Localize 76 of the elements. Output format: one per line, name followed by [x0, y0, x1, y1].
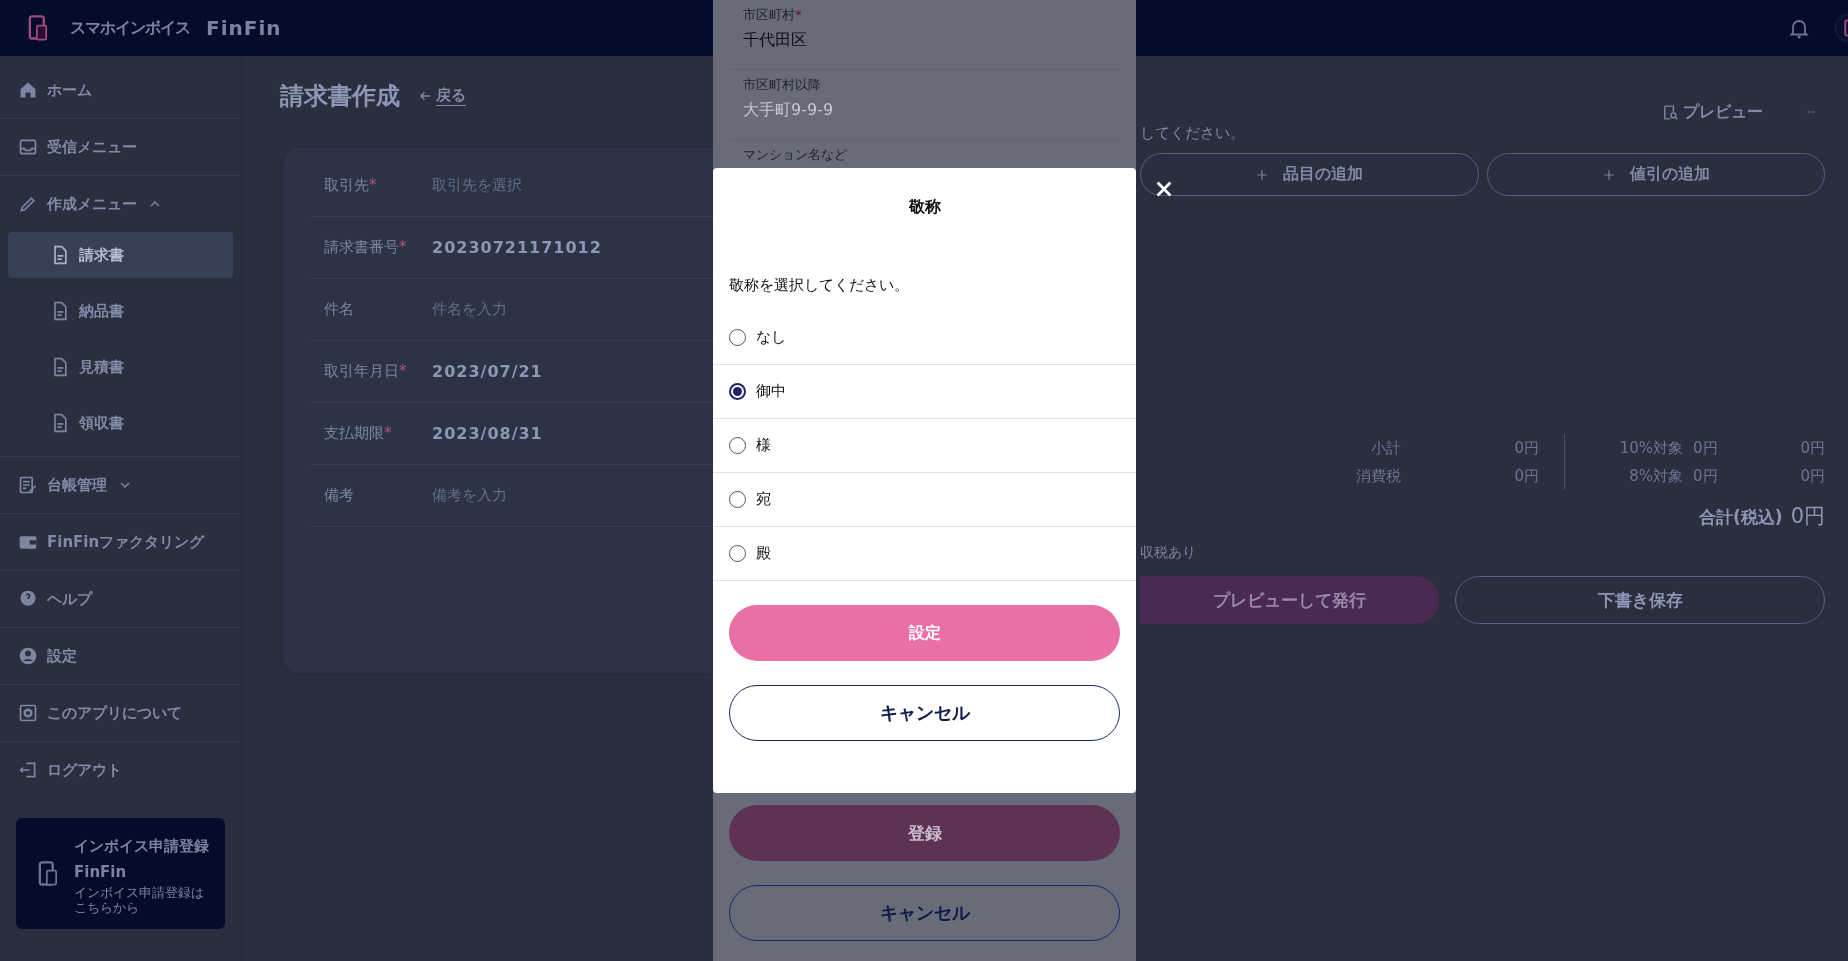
radio-option[interactable]: なし	[713, 311, 1136, 364]
field-value[interactable]: 2023/07/21	[432, 362, 543, 381]
brand-name: FinFin	[206, 16, 282, 40]
tax-rate-amount: 0円	[1693, 466, 1719, 486]
total-label: 合計(税込)	[1699, 506, 1783, 529]
field-label: 取引年月日*	[324, 362, 408, 381]
inbox-icon	[18, 137, 38, 157]
tax-rate-label: 10%対象	[1618, 438, 1683, 458]
dialog-prompt: 敬称を選択してください。	[729, 276, 910, 295]
app-name: スマホインボイス	[70, 17, 190, 39]
sidebar-subitem[interactable]: 請求書	[8, 232, 233, 278]
field-label: 市区町村*	[743, 6, 803, 24]
page-title: 請求書作成	[280, 81, 400, 112]
ledger-icon	[18, 475, 38, 495]
invoice-banner[interactable]: インボイス申請登録FinFin インボイス申請登録はこちらから	[16, 818, 225, 929]
home-icon	[18, 80, 38, 100]
sidebar-item[interactable]: 設定	[0, 628, 241, 684]
cancel-button[interactable]: キャンセル	[729, 685, 1120, 741]
field-value[interactable]: 20230721171012	[432, 238, 602, 257]
tax-amount: 0円	[1799, 466, 1825, 486]
sidebar-item[interactable]: FinFinファクタリング	[0, 514, 241, 570]
sidebar-item[interactable]: 作成メニュー	[0, 176, 241, 232]
sidebar-item[interactable]: ヘルプ	[0, 571, 241, 627]
field-placeholder[interactable]: 大手町9-9-9	[743, 100, 1120, 121]
radio-option[interactable]: 御中	[713, 364, 1136, 418]
tax-amount: 0円	[1799, 438, 1825, 458]
field-label: マンション名など	[743, 146, 848, 164]
field-value[interactable]: 千代田区	[743, 30, 1120, 51]
field-label: 支払期限*	[324, 424, 393, 443]
total-amount: 0円	[1790, 503, 1825, 530]
summary-amount: 0円	[1513, 466, 1539, 486]
back-link[interactable]: 戻る	[418, 86, 466, 106]
logout-icon	[18, 760, 38, 780]
dialog-title: 敬称	[907, 197, 942, 218]
field-placeholder[interactable]: 件名を入力	[432, 300, 507, 319]
plus-icon	[1601, 167, 1616, 182]
tax-rate-amount: 0円	[1693, 438, 1719, 458]
preview-button[interactable]: プレビュー	[1662, 101, 1763, 123]
radio-option[interactable]: 様	[713, 418, 1136, 472]
sidebar-subitem[interactable]: 見積書	[8, 344, 233, 390]
radio-option[interactable]: 宛	[713, 472, 1136, 526]
sidebar-item[interactable]: 受信メニュー	[0, 119, 241, 175]
arrow-left-icon	[418, 89, 432, 103]
confirm-button[interactable]: 設定	[729, 605, 1120, 661]
document-search-icon	[1662, 103, 1679, 121]
field-label: 件名	[324, 300, 355, 319]
sidebar-item[interactable]: 台帳管理	[0, 457, 241, 513]
plus-icon	[1255, 167, 1270, 182]
field-label: 市区町村以降	[743, 76, 822, 94]
sidebar-subitem[interactable]: 納品書	[8, 288, 233, 334]
radio-option[interactable]: 殿	[713, 526, 1136, 580]
field-placeholder[interactable]: 取引先を選択	[432, 176, 522, 195]
user-icon	[18, 646, 38, 666]
tax-rate-label: 8%対象	[1628, 466, 1683, 486]
field-value[interactable]: 2023/08/31	[432, 424, 543, 443]
pencil-icon	[18, 194, 38, 214]
banner-title: インボイス申請登録FinFin	[74, 835, 210, 883]
register-button[interactable]: 登録	[729, 805, 1120, 861]
summary-amount: 0円	[1513, 438, 1539, 458]
issue-button[interactable]: プレビューして発行	[1140, 576, 1439, 624]
banner-subtitle: インボイス申請登録はこちらから	[74, 884, 205, 915]
field-placeholder[interactable]: 備考を入力	[432, 486, 507, 505]
field-label: 備考	[324, 486, 355, 505]
field-label: 取引先*	[324, 176, 378, 195]
summary-label: 小計	[1370, 438, 1401, 458]
hint-text: してください。	[1140, 124, 1246, 143]
sidebar-subitem[interactable]: 領収書	[8, 400, 233, 446]
help-icon	[18, 589, 38, 609]
field-label: 請求書番号*	[324, 238, 408, 257]
gear-icon	[18, 703, 38, 723]
sidebar-item[interactable]: このアプリについて	[0, 685, 241, 741]
sidebar-item[interactable]: ログアウト	[0, 742, 241, 798]
summary-label: 消費税	[1355, 466, 1401, 486]
note-text: 収税あり	[1140, 544, 1197, 562]
sidebar-item[interactable]: ホーム	[0, 62, 241, 118]
radio-button[interactable]	[729, 383, 746, 400]
